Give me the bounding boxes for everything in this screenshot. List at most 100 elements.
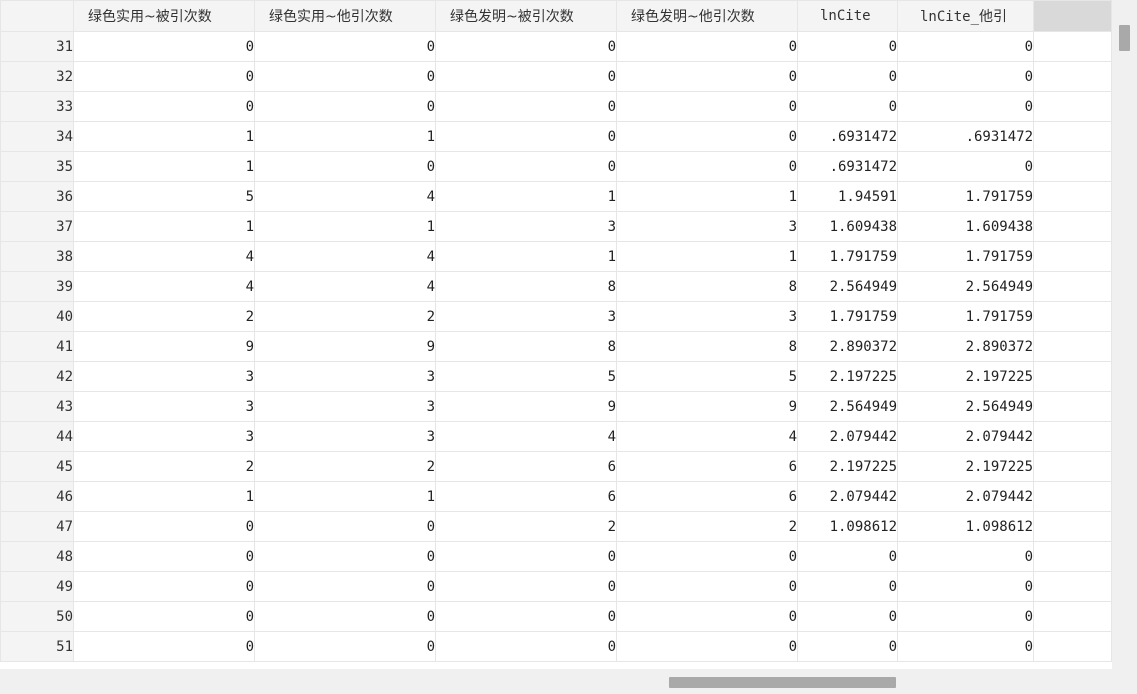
table-cell[interactable]: 0 <box>435 601 617 632</box>
table-cell[interactable]: 9 <box>254 331 436 362</box>
table-row[interactable]: 50 0 0 0 0 0 0 <box>0 601 1112 632</box>
table-cell[interactable]: 4 <box>254 241 436 272</box>
table-cell[interactable]: 2.197225 <box>897 361 1034 392</box>
table-cell[interactable]: 0 <box>897 151 1034 182</box>
table-cell[interactable]: 0 <box>73 631 255 662</box>
table-cell[interactable]: 0 <box>616 541 798 572</box>
table-cell[interactable]: 0 <box>73 31 255 62</box>
row-number[interactable]: 39 <box>0 271 74 302</box>
table-cell[interactable]: 0 <box>435 151 617 182</box>
row-number[interactable]: 38 <box>0 241 74 272</box>
table-cell[interactable]: 5 <box>616 361 798 392</box>
row-number[interactable]: 36 <box>0 181 74 212</box>
table-row[interactable]: 49 0 0 0 0 0 0 <box>0 571 1112 602</box>
table-cell[interactable]: 0 <box>254 151 436 182</box>
table-cell[interactable]: 4 <box>616 421 798 452</box>
table-cell[interactable]: 1.791759 <box>797 301 898 332</box>
table-cell[interactable]: 0 <box>435 571 617 602</box>
table-cell[interactable]: 0 <box>616 61 798 92</box>
table-cell[interactable]: 0 <box>254 541 436 572</box>
table-cell[interactable]: 2 <box>73 301 255 332</box>
row-number[interactable]: 42 <box>0 361 74 392</box>
table-cell[interactable]: 2.079442 <box>797 421 898 452</box>
table-row[interactable]: 46 1 1 6 6 2.079442 2.079442 <box>0 481 1112 512</box>
table-cell[interactable]: 0 <box>73 91 255 122</box>
table-cell[interactable]: 2.197225 <box>897 451 1034 482</box>
table-cell[interactable]: 8 <box>435 271 617 302</box>
table-cell[interactable]: 2.197225 <box>797 451 898 482</box>
table-cell[interactable]: 2.890372 <box>897 331 1034 362</box>
table-cell[interactable]: 0 <box>897 631 1034 662</box>
table-cell[interactable]: 3 <box>254 361 436 392</box>
vertical-scrollbar-thumb[interactable] <box>1119 25 1130 51</box>
table-row[interactable]: 47 0 0 2 2 1.098612 1.098612 <box>0 511 1112 542</box>
table-cell[interactable]: 4 <box>73 271 255 302</box>
row-number[interactable]: 33 <box>0 91 74 122</box>
table-cell[interactable]: 1.94591 <box>797 181 898 212</box>
row-number[interactable]: 50 <box>0 601 74 632</box>
table-cell[interactable]: .6931472 <box>797 121 898 152</box>
data-grid[interactable]: 绿色实用~被引次数 绿色实用~他引次数 绿色发明~被引次数 绿色发明~他引次数 … <box>0 0 1112 669</box>
table-cell[interactable]: 0 <box>254 631 436 662</box>
table-cell[interactable]: 1 <box>73 481 255 512</box>
table-cell[interactable]: 6 <box>435 451 617 482</box>
table-cell[interactable]: 0 <box>897 541 1034 572</box>
row-number[interactable]: 46 <box>0 481 74 512</box>
table-cell[interactable]: 0 <box>897 61 1034 92</box>
row-number[interactable]: 43 <box>0 391 74 422</box>
table-cell[interactable]: 1.791759 <box>897 181 1034 212</box>
table-cell[interactable]: 0 <box>435 31 617 62</box>
table-cell[interactable]: 0 <box>797 601 898 632</box>
table-cell[interactable]: 2.079442 <box>897 421 1034 452</box>
table-cell[interactable]: 6 <box>616 451 798 482</box>
row-number[interactable]: 32 <box>0 61 74 92</box>
table-cell[interactable]: 2.079442 <box>897 481 1034 512</box>
table-cell[interactable]: 0 <box>73 541 255 572</box>
column-header-green-utility-other-cited[interactable]: 绿色实用~他引次数 <box>254 0 436 32</box>
table-cell[interactable]: 0 <box>897 31 1034 62</box>
column-header-lncite-other[interactable]: lnCite_他引 <box>897 0 1034 32</box>
table-cell[interactable]: 0 <box>897 601 1034 632</box>
table-cell[interactable]: 0 <box>73 571 255 602</box>
table-cell[interactable]: 1.791759 <box>897 301 1034 332</box>
table-cell[interactable]: 2.564949 <box>897 391 1034 422</box>
table-cell[interactable]: 1 <box>616 241 798 272</box>
table-row[interactable]: 37 1 1 3 3 1.609438 1.609438 <box>0 211 1112 242</box>
table-cell[interactable]: 0 <box>616 31 798 62</box>
table-cell[interactable]: 0 <box>435 631 617 662</box>
row-number[interactable]: 40 <box>0 301 74 332</box>
table-row[interactable]: 42 3 3 5 5 2.197225 2.197225 <box>0 361 1112 392</box>
table-row[interactable]: 31 0 0 0 0 0 0 <box>0 31 1112 62</box>
table-cell[interactable]: 3 <box>73 391 255 422</box>
row-number[interactable]: 35 <box>0 151 74 182</box>
table-cell[interactable]: .6931472 <box>897 121 1034 152</box>
table-cell[interactable]: 0 <box>254 511 436 542</box>
table-row[interactable]: 40 2 2 3 3 1.791759 1.791759 <box>0 301 1112 332</box>
table-cell[interactable]: 0 <box>73 511 255 542</box>
table-cell[interactable]: 3 <box>616 301 798 332</box>
table-row[interactable]: 34 1 1 0 0.6931472.6931472 <box>0 121 1112 152</box>
table-cell[interactable]: 2 <box>254 451 436 482</box>
horizontal-scrollbar-thumb[interactable] <box>669 677 896 688</box>
table-cell[interactable]: 0 <box>435 541 617 572</box>
table-cell[interactable]: 2 <box>435 511 617 542</box>
table-cell[interactable]: 3 <box>254 421 436 452</box>
table-cell[interactable]: 5 <box>73 181 255 212</box>
table-cell[interactable]: 4 <box>73 241 255 272</box>
table-row[interactable]: 39 4 4 8 8 2.564949 2.564949 <box>0 271 1112 302</box>
table-cell[interactable]: 2 <box>73 451 255 482</box>
table-cell[interactable]: .6931472 <box>797 151 898 182</box>
row-number[interactable]: 34 <box>0 121 74 152</box>
table-row[interactable]: 32 0 0 0 0 0 0 <box>0 61 1112 92</box>
table-cell[interactable]: 0 <box>797 91 898 122</box>
table-cell[interactable]: 0 <box>797 631 898 662</box>
table-cell[interactable]: 0 <box>616 91 798 122</box>
row-number[interactable]: 45 <box>0 451 74 482</box>
table-cell[interactable]: 1 <box>616 181 798 212</box>
table-row[interactable]: 44 3 3 4 4 2.079442 2.079442 <box>0 421 1112 452</box>
table-cell[interactable]: 0 <box>616 571 798 602</box>
table-cell[interactable]: 9 <box>73 331 255 362</box>
table-cell[interactable]: 0 <box>254 61 436 92</box>
table-cell[interactable]: 0 <box>797 571 898 602</box>
table-cell[interactable]: 1 <box>254 211 436 242</box>
